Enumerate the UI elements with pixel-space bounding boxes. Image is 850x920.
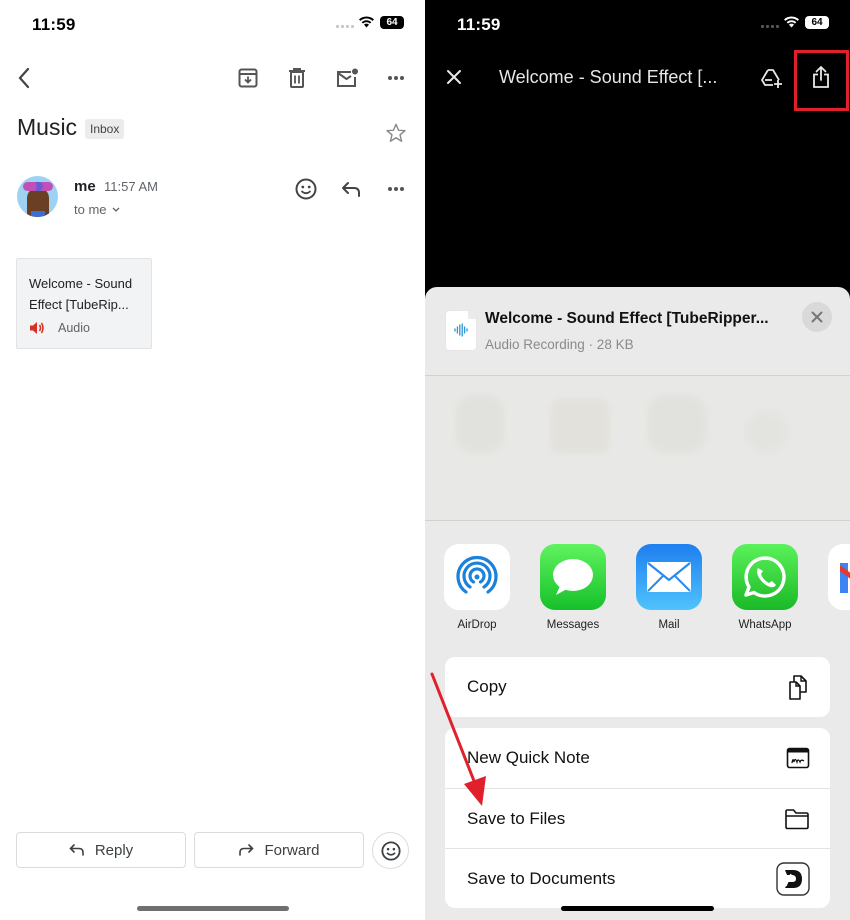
action-save-to-documents[interactable]: Save to Documents <box>445 848 830 908</box>
close-icon <box>447 70 461 84</box>
audio-waveform-icon <box>454 323 468 337</box>
wifi-icon <box>784 16 799 28</box>
action-save-to-files[interactable]: Save to Files <box>445 788 830 848</box>
copy-icon <box>789 675 807 700</box>
forward-button[interactable]: Forward <box>194 832 364 868</box>
message-time: 11:57 AM <box>104 179 158 194</box>
annotation-arrow-shaft <box>430 672 478 788</box>
emoji-icon <box>380 840 401 861</box>
recipient-details-toggle[interactable]: to me <box>74 202 120 217</box>
more-icon <box>388 76 404 80</box>
documents-app-icon <box>776 861 810 896</box>
reply-arrow-icon <box>69 844 84 856</box>
reply-icon <box>342 182 360 197</box>
chevron-left-icon <box>18 67 30 89</box>
suggested-contacts-row[interactable] <box>425 376 850 520</box>
star-icon <box>386 123 406 142</box>
file-thumbnail <box>446 311 476 350</box>
status-time: 11:59 <box>457 15 501 34</box>
shared-file-name: Welcome - Sound Effect [TubeRipper... <box>485 310 769 327</box>
messages-label: Messages <box>546 619 600 631</box>
gmail-message-screen: 11:59 64 Music Inbox me 11:57 AM to me W… <box>0 0 425 920</box>
gmail-icon <box>828 544 850 610</box>
home-indicator <box>137 906 289 911</box>
attachment-type: Audio <box>58 321 90 335</box>
attachment-name-line2: Effect [TubeRip... <box>29 297 129 312</box>
battery-indicator: 64 <box>380 16 404 29</box>
add-to-drive-icon <box>761 69 782 88</box>
viewer-title: Welcome - Sound Effect [... <box>499 67 718 87</box>
archive-icon <box>238 68 258 88</box>
sender-name: me <box>74 178 96 195</box>
messages-icon <box>540 544 606 610</box>
mark-unread-icon <box>337 68 358 87</box>
add-reaction-button[interactable] <box>292 175 320 203</box>
more-options-button[interactable] <box>382 64 410 92</box>
battery-indicator: 64 <box>805 16 829 29</box>
delete-icon <box>289 68 305 88</box>
reply-label: Reply <box>94 841 134 859</box>
add-to-drive-button[interactable] <box>758 64 786 92</box>
more-icon <box>388 187 404 191</box>
forward-label: Forward <box>264 841 320 859</box>
share-icon <box>813 65 829 88</box>
shared-file-meta: Audio Recording · 28 KB <box>485 337 634 352</box>
attachment-name-line1: Welcome - Sound <box>29 276 133 291</box>
close-share-sheet-button[interactable] <box>802 302 832 332</box>
audio-attachment[interactable]: Welcome - Sound Effect [TubeRip... Audio <box>16 258 152 349</box>
archive-button[interactable] <box>234 64 262 92</box>
reply-button[interactable]: Reply <box>16 832 186 868</box>
email-subject: Music <box>17 114 78 140</box>
actions-group-copy: Copy <box>445 657 830 717</box>
react-emoji-button[interactable] <box>372 832 409 869</box>
close-icon <box>811 311 823 323</box>
whatsapp-label: WhatsApp <box>738 619 792 631</box>
mail-label: Mail <box>658 619 680 631</box>
airdrop-icon <box>444 544 510 610</box>
close-viewer-button[interactable] <box>440 63 468 91</box>
share-app-gmail[interactable]: G <box>828 544 850 631</box>
home-indicator <box>561 906 714 911</box>
sender-avatar[interactable] <box>17 176 58 217</box>
share-app-messages[interactable]: Messages <box>540 544 606 631</box>
chevron-down-icon <box>112 207 119 212</box>
annotation-arrow <box>430 672 486 806</box>
action-copy[interactable]: Copy <box>445 657 830 717</box>
recipient-text: to me <box>74 202 107 217</box>
share-app-whatsapp[interactable]: WhatsApp <box>732 544 798 631</box>
forward-arrow-icon <box>239 844 255 856</box>
gmail-label: G <box>828 619 850 631</box>
star-button[interactable] <box>382 119 410 147</box>
cellular-signal-icon <box>336 25 354 28</box>
action-new-quick-note[interactable]: New Quick Note <box>445 728 830 788</box>
folder-icon <box>785 808 809 829</box>
reply-icon-button[interactable] <box>337 175 365 203</box>
divider <box>425 520 850 521</box>
emoji-reaction-icon <box>295 178 317 200</box>
message-more-button[interactable] <box>382 175 410 203</box>
mail-icon <box>636 544 702 610</box>
speaker-icon <box>30 322 44 334</box>
share-app-mail[interactable]: Mail <box>636 544 702 631</box>
share-button[interactable] <box>807 63 835 91</box>
share-app-airdrop[interactable]: AirDrop <box>444 544 510 631</box>
actions-group-main: New Quick Note Save to Files Save to Doc… <box>445 728 830 908</box>
save-to-documents-label: Save to Documents <box>467 868 616 888</box>
cellular-signal-icon <box>761 25 779 28</box>
status-time: 11:59 <box>32 15 76 34</box>
mark-unread-button[interactable] <box>333 64 361 92</box>
wifi-icon <box>359 16 374 28</box>
inbox-label-badge[interactable]: Inbox <box>85 119 125 139</box>
delete-button[interactable] <box>283 64 311 92</box>
annotation-arrow-head <box>464 776 486 806</box>
whatsapp-icon <box>732 544 798 610</box>
airdrop-label: AirDrop <box>457 619 497 631</box>
back-button[interactable] <box>10 64 38 92</box>
quick-note-icon <box>786 747 810 769</box>
